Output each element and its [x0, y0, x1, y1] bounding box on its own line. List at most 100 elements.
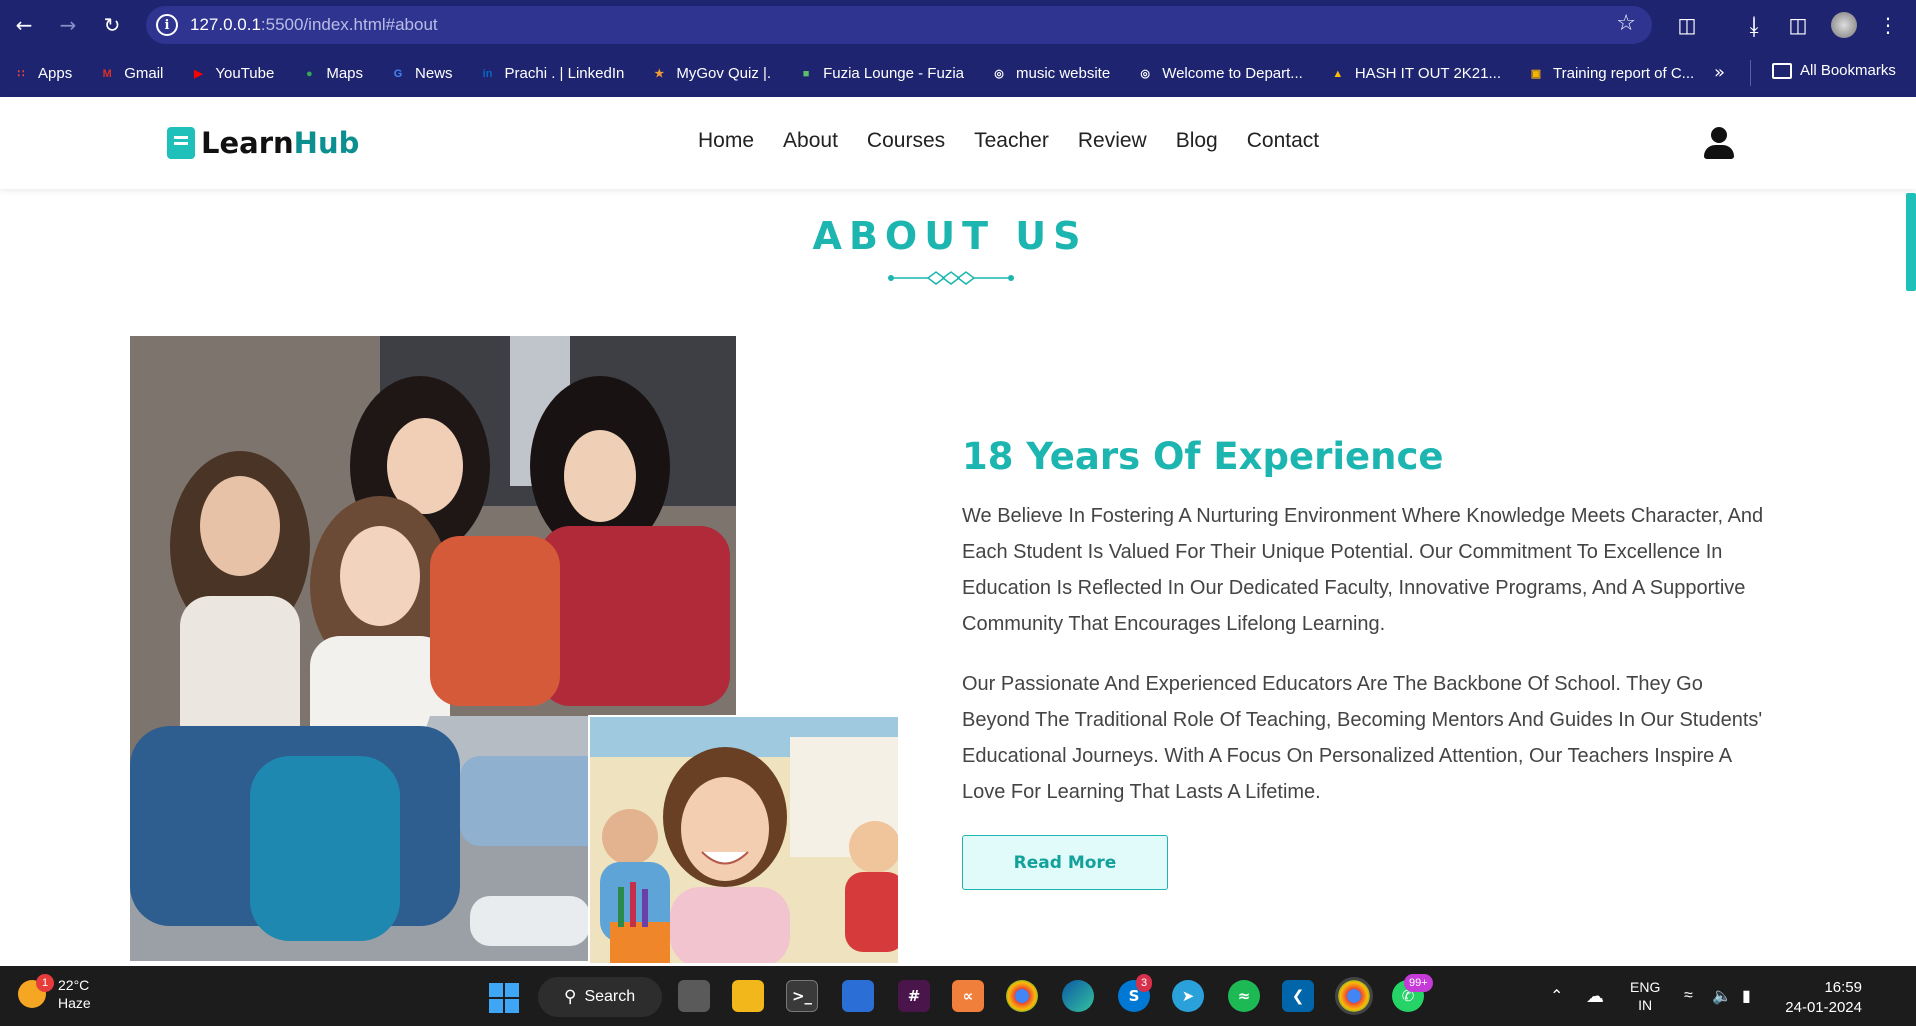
temperature: 22°C	[58, 977, 90, 993]
battery-icon[interactable]: ▮	[1742, 966, 1751, 1026]
telegram-icon[interactable]: ➤	[1172, 980, 1204, 1012]
bookmark-label: Training report of C...	[1553, 65, 1695, 82]
forward-arrow-icon[interactable]: →	[54, 11, 82, 39]
weather-haze-icon: 1	[18, 974, 54, 1008]
nav-courses[interactable]: Courses	[867, 129, 945, 153]
user-account-icon[interactable]	[1704, 127, 1734, 159]
browser-toolbar: ← → ↻ i 127.0.0.1:5500/index.html#about …	[0, 0, 1916, 50]
volume-icon[interactable]: 🔈	[1712, 966, 1732, 1026]
back-arrow-icon[interactable]: ←	[10, 11, 38, 39]
apps-grid-icon: ∷	[17, 68, 25, 80]
bookmark-label: MyGov Quiz |.	[676, 65, 772, 82]
vscode-icon[interactable]: ❮	[1282, 980, 1314, 1012]
xampp-icon[interactable]: ∝	[952, 980, 984, 1012]
section-title: ABOUT US	[812, 214, 1088, 258]
nav-contact[interactable]: Contact	[1247, 129, 1319, 153]
bookmark-label: music website	[1016, 65, 1111, 82]
taskbar-search[interactable]: ⚲ Search	[538, 977, 662, 1017]
weather-condition: Haze	[58, 995, 91, 1011]
nav-blog[interactable]: Blog	[1176, 129, 1218, 153]
bookmark-label: News	[415, 65, 453, 82]
edge-icon[interactable]	[1062, 980, 1094, 1012]
downloads-icon[interactable]: ⤓	[1740, 11, 1768, 39]
spotify-icon[interactable]: ≈	[1228, 980, 1260, 1012]
all-bookmarks-folder[interactable]: All Bookmarks	[1772, 62, 1896, 79]
bookmark-item[interactable]: ◎ music website	[990, 65, 1110, 83]
slack-icon[interactable]: #	[898, 980, 930, 1012]
bookmark-item[interactable]: G News	[389, 65, 453, 83]
whatsapp-badge: 99+	[1404, 974, 1433, 992]
lang-eng: ENG	[1630, 979, 1661, 995]
bookmark-label: Gmail	[124, 65, 164, 82]
search-label: Search	[584, 988, 636, 1005]
nav-review[interactable]: Review	[1078, 129, 1147, 153]
bookmark-item[interactable]: in Prachi . | LinkedIn	[479, 65, 625, 83]
file-explorer-icon[interactable]	[732, 980, 764, 1012]
windows-start-icon[interactable]	[489, 983, 519, 1013]
bookmark-star-icon[interactable]: ☆	[1616, 11, 1636, 36]
more-bookmarks-chevron-icon[interactable]: »	[1714, 62, 1725, 83]
gmail-icon: M	[102, 67, 112, 80]
fuzia-icon: ■	[802, 67, 810, 80]
site-header: LearnHub Home About Courses Teacher Revi…	[0, 97, 1916, 189]
about-paragraph-2: Our Passionate And Experienced Educators…	[962, 673, 1763, 803]
bookmark-item[interactable]: ◎ Welcome to Depart...	[1136, 65, 1302, 83]
profile-avatar[interactable]	[1830, 11, 1858, 39]
show-hidden-icons-chevron-icon[interactable]: ⌃	[1550, 966, 1563, 1026]
youtube-icon: ▶	[194, 68, 203, 80]
bookmark-label: YouTube	[215, 65, 275, 82]
bookmark-item[interactable]: ▣ Training report of C...	[1527, 65, 1694, 83]
maps-pin-icon: ●	[306, 67, 313, 80]
address-bar[interactable]: i 127.0.0.1:5500/index.html#about ☆	[146, 6, 1652, 44]
clock-date: 24-01-2024	[1785, 999, 1862, 1016]
chrome-app-icon[interactable]	[1006, 980, 1038, 1012]
task-view-icon[interactable]	[678, 980, 710, 1012]
about-paragraph-1: We Believe In Fostering A Nurturing Envi…	[962, 505, 1764, 635]
language-indicator[interactable]: ENG IN	[1630, 966, 1660, 1026]
bookmark-item[interactable]: ★ MyGov Quiz |.	[650, 65, 771, 83]
nav-home[interactable]: Home	[698, 129, 754, 153]
url-text[interactable]: 127.0.0.1:5500/index.html#about	[190, 15, 438, 35]
wifi-icon[interactable]: ≈	[1684, 966, 1693, 1026]
onedrive-cloud-icon[interactable]: ☁	[1586, 966, 1604, 1026]
weather-badge: 1	[36, 974, 54, 992]
terminal-icon[interactable]: >_	[786, 980, 818, 1012]
mygov-icon: ★	[654, 68, 665, 80]
page-scrollbar[interactable]	[1906, 193, 1916, 291]
bookmark-item[interactable]: ▲ HASH IT OUT 2K21...	[1329, 65, 1501, 83]
title-divider-ornament	[888, 271, 1014, 285]
read-more-button[interactable]: Read More	[962, 835, 1168, 890]
windows-taskbar: 1 22°C Haze ⚲ Search >_ # ∝ S 3 ➤ ≈ ❮ ✆ …	[0, 966, 1916, 1026]
weather-widget[interactable]: 1 22°C Haze	[18, 974, 91, 1012]
bookmark-item[interactable]: ● Maps	[300, 65, 363, 83]
smiling-girl-photo	[588, 715, 900, 965]
chrome-profile-icon[interactable]	[1335, 977, 1373, 1015]
linkedin-icon: in	[482, 67, 493, 80]
site-info-icon[interactable]: i	[156, 14, 178, 36]
chrome-menu-icon[interactable]: ⋮	[1874, 11, 1902, 39]
globe-icon: ◎	[1140, 68, 1150, 80]
bookmark-label: Prachi . | LinkedIn	[504, 65, 625, 82]
nav-about[interactable]: About	[783, 129, 838, 153]
bookmark-item[interactable]: ∷ Apps	[12, 65, 73, 83]
logo-text: LearnHub	[201, 126, 359, 160]
reload-icon[interactable]: ↻	[98, 11, 126, 39]
bookmarks-divider	[1750, 60, 1751, 86]
microsoft-store-icon[interactable]	[842, 980, 874, 1012]
site-logo[interactable]: LearnHub	[167, 126, 359, 160]
nav-teacher[interactable]: Teacher	[974, 129, 1049, 153]
bookmark-item[interactable]: ▶ YouTube	[189, 65, 274, 83]
book-logo-icon	[167, 127, 195, 159]
extensions-icon[interactable]: ◫	[1673, 11, 1701, 39]
bookmark-item[interactable]: ■ Fuzia Lounge - Fuzia	[797, 65, 964, 83]
globe-icon: ◎	[994, 68, 1004, 80]
bookmarks-bar: ∷ Apps M Gmail ▶ YouTube ● Maps G News in Prachi . …	[0, 50, 1916, 97]
logo-hub: Hub	[293, 126, 360, 160]
system-clock[interactable]: 16:59 24-01-2024	[1784, 978, 1862, 1018]
folder-icon	[1772, 62, 1792, 79]
bookmark-item[interactable]: M Gmail	[98, 65, 164, 83]
google-drive-icon: ▲	[1332, 67, 1344, 80]
logo-learn: Learn	[201, 126, 294, 160]
side-panel-icon[interactable]: ◫	[1784, 11, 1812, 39]
bookmark-label: Apps	[38, 65, 73, 82]
